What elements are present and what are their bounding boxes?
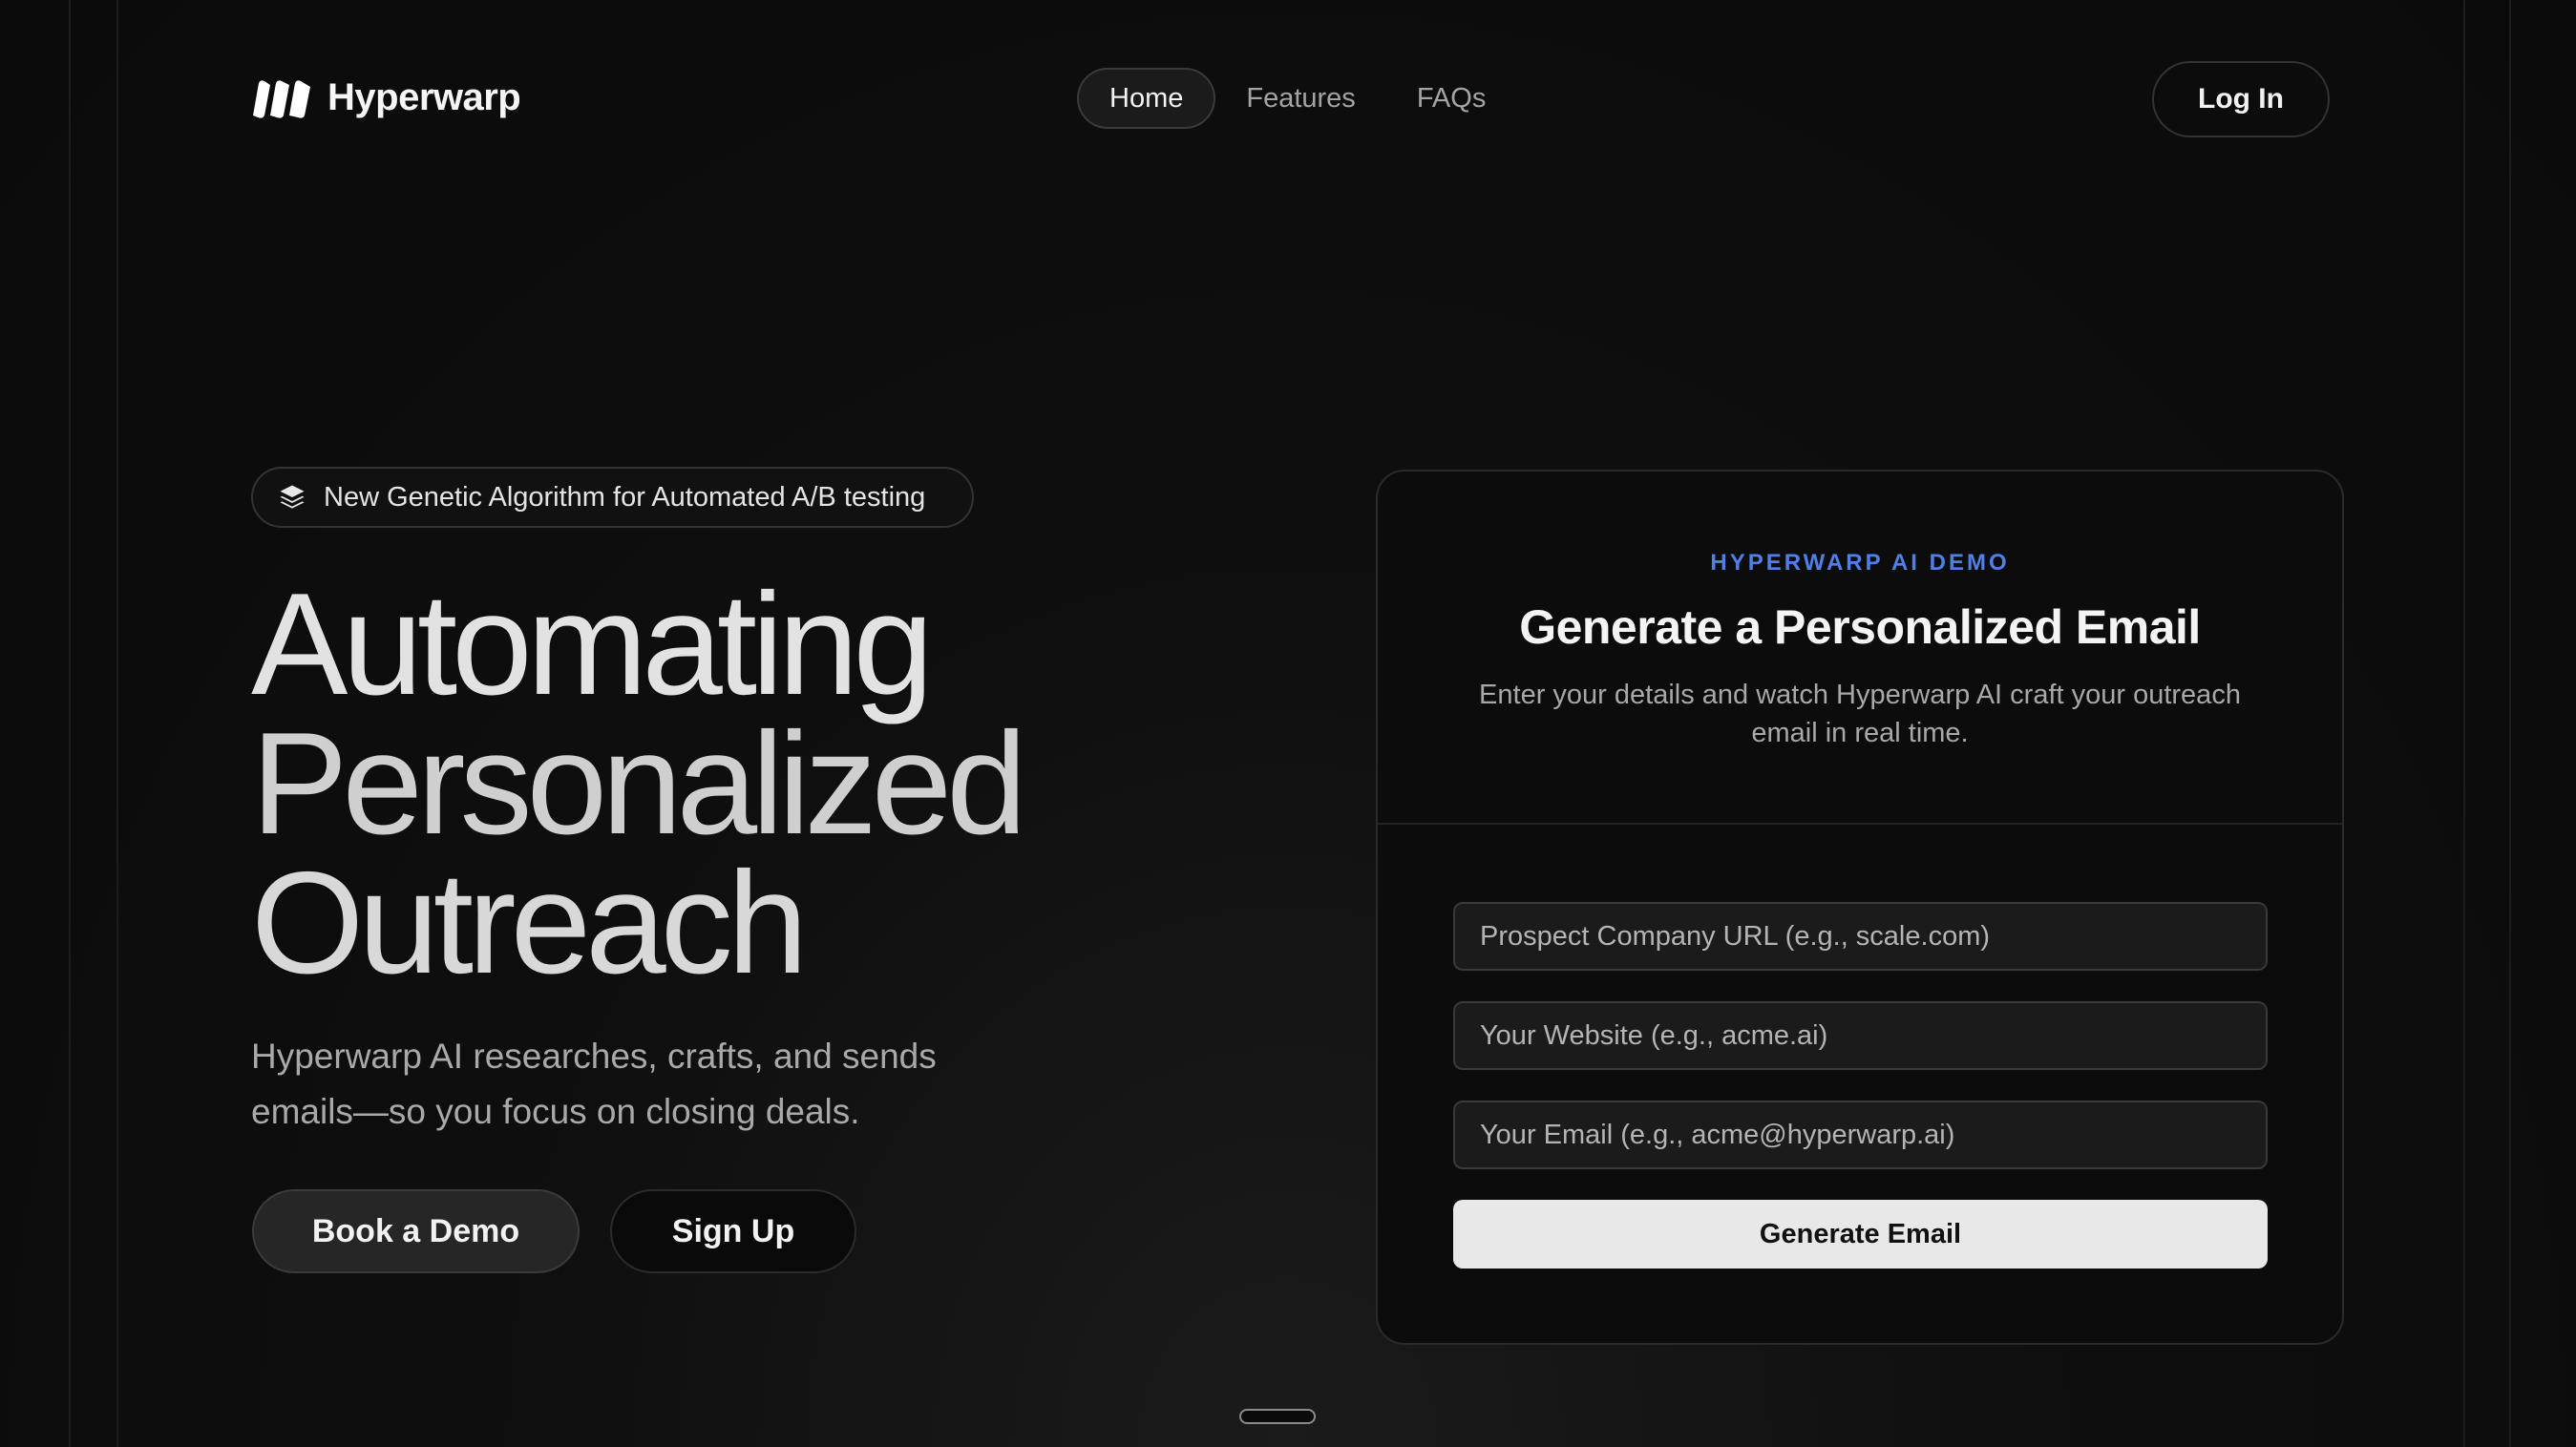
demo-description: Enter your details and watch Hyperwarp A… <box>1479 680 2241 748</box>
main-nav: Home Features FAQs <box>1077 68 1516 129</box>
badge-text: New Genetic Algorithm for Automated A/B … <box>324 481 926 513</box>
frame-divider <box>2509 0 2511 1447</box>
generate-email-button[interactable]: Generate Email <box>1453 1200 2268 1269</box>
demo-title: Generate a Personalized Email <box>1519 600 2201 654</box>
book-demo-button[interactable]: Book a Demo <box>252 1189 580 1273</box>
hero-title-line: Personalized <box>251 703 1027 865</box>
brand-name: Hyperwarp <box>327 76 521 118</box>
demo-card-header: HYPERWARP AI DEMO Generate a Personalize… <box>1378 472 2342 825</box>
sign-up-button[interactable]: Sign Up <box>610 1189 856 1273</box>
hero-subtitle: Hyperwarp AI researches, crafts, and sen… <box>251 1037 937 1131</box>
announcement-badge[interactable]: New Genetic Algorithm for Automated A/B … <box>251 467 974 528</box>
hyperwarp-logo-icon <box>253 79 310 118</box>
nav-item-home[interactable]: Home <box>1077 68 1216 129</box>
demo-eyebrow: HYPERWARP AI DEMO <box>1710 550 2010 576</box>
hero-title: Automating Personalized Outreach <box>251 563 1027 1004</box>
landing-page: Hyperwarp Home Features FAQs Log In New … <box>0 0 2576 1447</box>
frame-divider <box>116 0 118 1447</box>
nav-item-faqs[interactable]: FAQs <box>1386 68 1517 129</box>
demo-card: HYPERWARP AI DEMO Generate a Personalize… <box>1376 470 2344 1345</box>
frame-divider <box>69 0 71 1447</box>
website-input[interactable] <box>1453 1001 2268 1070</box>
login-button[interactable]: Log In <box>2152 61 2330 137</box>
frame-divider <box>2463 0 2465 1447</box>
hero-title-line: Outreach <box>251 842 808 1004</box>
prospect-url-input[interactable] <box>1453 902 2268 971</box>
layers-icon <box>280 485 305 509</box>
scroll-indicator <box>1239 1409 1316 1424</box>
email-input[interactable] <box>1453 1101 2268 1169</box>
hero-title-line: Automating <box>251 563 934 725</box>
nav-item-features[interactable]: Features <box>1215 68 1385 129</box>
brand-logo-link[interactable]: Hyperwarp <box>251 76 521 119</box>
